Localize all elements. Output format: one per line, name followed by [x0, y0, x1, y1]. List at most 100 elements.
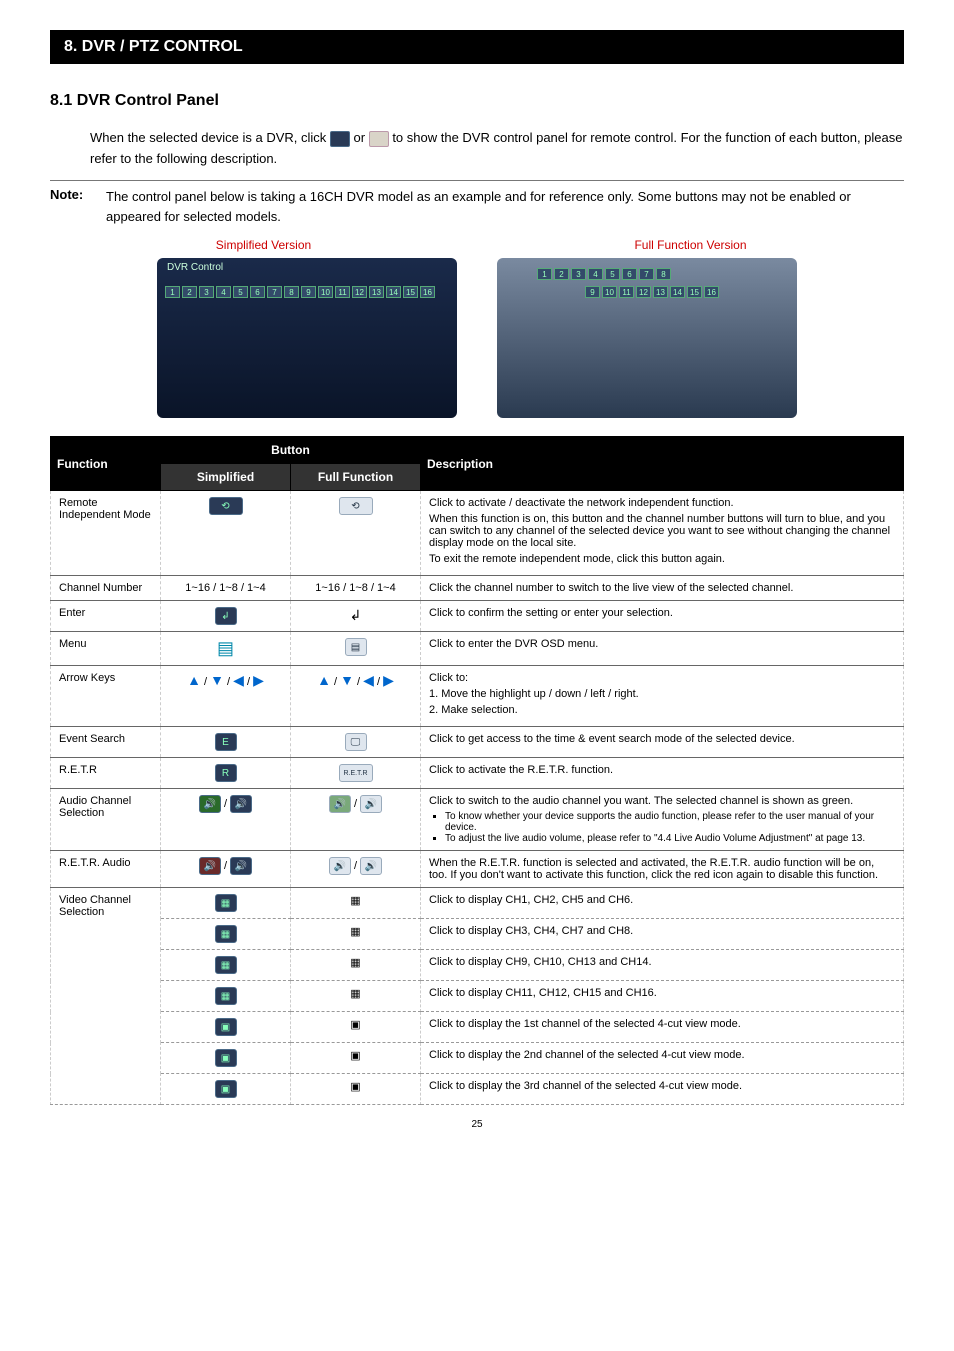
row-video-simplified-3: ▦: [161, 950, 291, 981]
row-event-simplified-icon: E: [161, 727, 291, 758]
grid-4-icon: ▦: [350, 926, 360, 938]
row-video-desc-7: Click to display the 3rd channel of the …: [421, 1074, 904, 1105]
row-video-simplified-6: ▣: [161, 1043, 291, 1074]
section-title: 8. DVR / PTZ CONTROL: [50, 30, 904, 64]
panel-window-title: DVR Control: [167, 262, 223, 273]
grid-4-icon: ▦: [350, 895, 360, 907]
intro-paragraph: When the selected device is a DVR, click…: [90, 128, 904, 170]
note-block: Note: The control panel below is taking …: [50, 180, 904, 229]
arrow-right-icon: ▶: [383, 672, 394, 688]
cut-3-icon: ▣: [350, 1081, 360, 1093]
page-number: 25: [50, 1119, 904, 1130]
row-video-desc-2: Click to display CH3, CH4, CH7 and CH8.: [421, 919, 904, 950]
intro-before: When the selected device is a DVR, click: [90, 130, 330, 145]
enter-icon: ↲: [350, 607, 362, 623]
row-video-full-6: ▣: [291, 1043, 421, 1074]
remote-desc-3: To exit the remote independent mode, cli…: [429, 553, 895, 565]
subheading: 8.1 DVR Control Panel: [50, 92, 904, 110]
arrow-right-icon: ▶: [253, 672, 264, 688]
cut-3-icon: ▣: [215, 1080, 237, 1098]
audio-channel-icon: 🔊: [230, 795, 252, 813]
dvr-toggle-icon-a: [330, 131, 350, 147]
grid-4-icon: ▦: [350, 957, 360, 969]
arrow-down-icon: ▼: [340, 672, 354, 688]
grid-4-icon: ▦: [350, 988, 360, 1000]
row-video-desc-1: Click to display CH1, CH2, CH5 and CH6.: [421, 888, 904, 919]
row-video-full-7: ▣: [291, 1074, 421, 1105]
row-video-simplified-4: ▦: [161, 981, 291, 1012]
audio-bullet-2: To adjust the live audio volume, please …: [445, 833, 895, 844]
retr-icon: R.E.T.R: [339, 764, 373, 782]
grid-4-icon: ▦: [215, 894, 237, 912]
arrows-desc-3: 2. Make selection.: [429, 704, 895, 716]
row-retr-desc: Click to activate the R.E.T.R. function.: [421, 758, 904, 789]
arrow-up-icon: ▲: [317, 672, 331, 688]
remote-mode-icon: ⟲: [339, 497, 373, 515]
retr-audio-off-icon: 🔊: [230, 857, 252, 875]
row-remote-simplified-icon: ⟲: [161, 491, 291, 576]
row-menu-full-icon: ▤: [291, 632, 421, 666]
row-event-full-icon: 🖵: [291, 727, 421, 758]
row-video-simplified-5: ▣: [161, 1012, 291, 1043]
retr-icon: R: [215, 764, 237, 782]
row-enter-function: Enter: [51, 601, 161, 632]
row-arrows-simplified-icon: ▲ / ▼ / ◀ / ▶: [161, 666, 291, 727]
arrows-desc-1: Click to:: [429, 672, 895, 684]
row-enter-desc: Click to confirm the setting or enter yo…: [421, 601, 904, 632]
remote-mode-icon: ⟲: [209, 497, 243, 515]
audio-channel-icon: 🔊: [199, 795, 221, 813]
full-function-panel-image: 12345678 910111213141516: [497, 258, 797, 418]
intro-between: or: [354, 130, 369, 145]
row-video-desc-6: Click to display the 2nd channel of the …: [421, 1043, 904, 1074]
simplified-version-label: Simplified Version: [50, 238, 477, 252]
audio-bullet-1: To know whether your device supports the…: [445, 811, 895, 833]
grid-4-icon: ▦: [215, 925, 237, 943]
row-retr-audio-simplified-icon: 🔊 / 🔊: [161, 851, 291, 888]
row-retr-audio-desc: When the R.E.T.R. function is selected a…: [421, 851, 904, 888]
cut-1-icon: ▣: [215, 1018, 237, 1036]
arrow-down-icon: ▼: [210, 672, 224, 688]
row-event-function: Event Search: [51, 727, 161, 758]
row-audio-function: Audio Channel Selection: [51, 789, 161, 851]
row-video-desc-5: Click to display the 1st channel of the …: [421, 1012, 904, 1043]
row-menu-simplified-icon: ▤: [161, 632, 291, 666]
row-retr-full-icon: R.E.T.R: [291, 758, 421, 789]
audio-desc-1: Click to switch to the audio channel you…: [429, 795, 895, 807]
row-remote-function: Remote Independent Mode: [51, 491, 161, 576]
row-arrows-function: Arrow Keys: [51, 666, 161, 727]
note-label: Note:: [50, 187, 106, 229]
simplified-panel-image: DVR Control 12345678910111213141516: [157, 258, 457, 418]
function-table: Function Button Description Simplified F…: [50, 436, 904, 1105]
row-menu-function: Menu: [51, 632, 161, 666]
arrow-up-icon: ▲: [187, 672, 201, 688]
row-retr-audio-full-icon: 🔊 / 🔊: [291, 851, 421, 888]
row-enter-simplified-icon: ↲: [161, 601, 291, 632]
cut-1-icon: ▣: [350, 1019, 360, 1031]
row-video-full-5: ▣: [291, 1012, 421, 1043]
retr-audio-off-icon: 🔊: [360, 857, 382, 875]
row-audio-simplified-icon: 🔊 / 🔊: [161, 789, 291, 851]
event-search-icon: E: [215, 733, 237, 751]
row-video-desc-3: Click to display CH9, CH10, CH13 and CH1…: [421, 950, 904, 981]
row-video-simplified-1: ▦: [161, 888, 291, 919]
row-menu-desc: Click to enter the DVR OSD menu.: [421, 632, 904, 666]
th-function: Function: [51, 437, 161, 491]
note-text: The control panel below is taking a 16CH…: [106, 187, 904, 229]
row-remote-desc: Click to activate / deactivate the netwo…: [421, 491, 904, 576]
full-function-version-label: Full Function Version: [477, 238, 904, 252]
channel-number-strip: 12345678910111213141516: [165, 286, 435, 298]
grid-4-icon: ▦: [215, 956, 237, 974]
row-event-desc: Click to get access to the time & event …: [421, 727, 904, 758]
control-panel-images: DVR Control 12345678910111213141516 1234…: [50, 258, 904, 418]
row-retr-function: R.E.T.R: [51, 758, 161, 789]
enter-icon: ↲: [215, 607, 237, 625]
th-full-function: Full Function: [291, 464, 421, 491]
row-video-full-4: ▦: [291, 981, 421, 1012]
row-audio-full-icon: 🔊 / 🔊: [291, 789, 421, 851]
th-button: Button: [161, 437, 421, 464]
row-channel-function: Channel Number: [51, 576, 161, 601]
th-description: Description: [421, 437, 904, 491]
menu-icon: ▤: [217, 638, 234, 658]
row-enter-full-icon: ↲: [291, 601, 421, 632]
retr-audio-on-icon: 🔊: [199, 857, 221, 875]
